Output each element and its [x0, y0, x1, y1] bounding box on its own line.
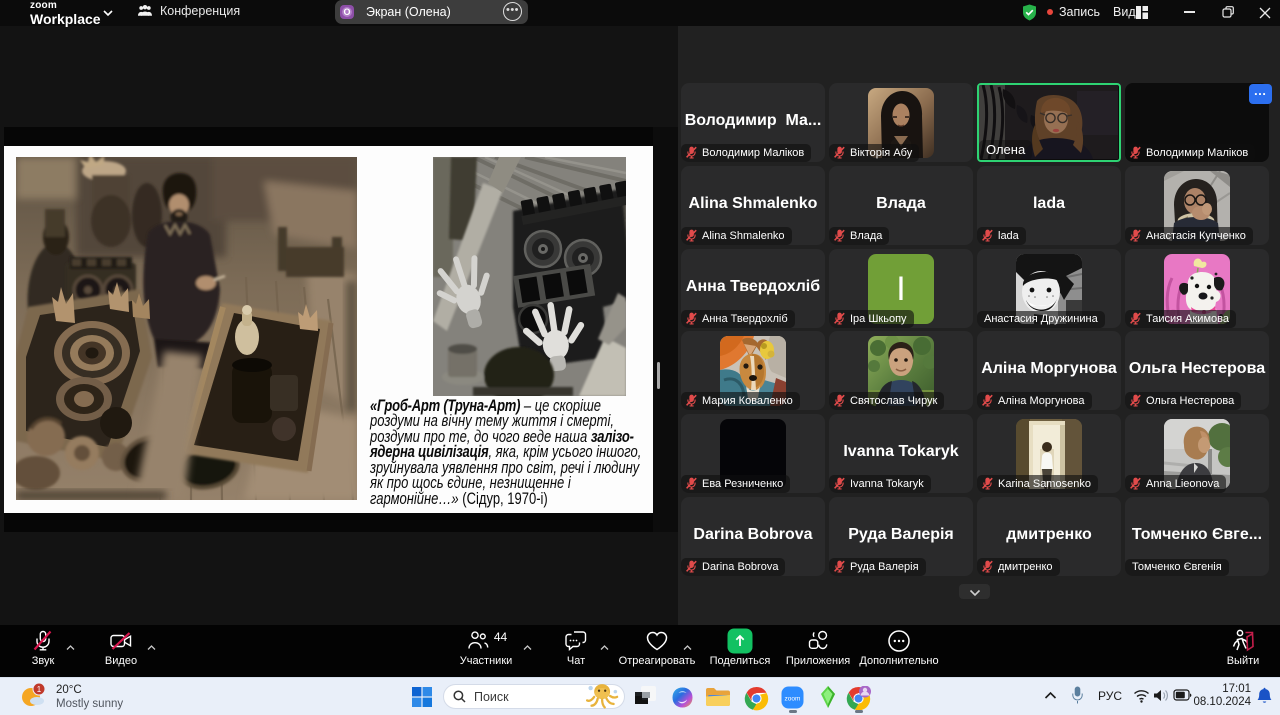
svg-text:1: 1 [37, 685, 42, 694]
svg-text:zoom: zoom [785, 696, 801, 703]
